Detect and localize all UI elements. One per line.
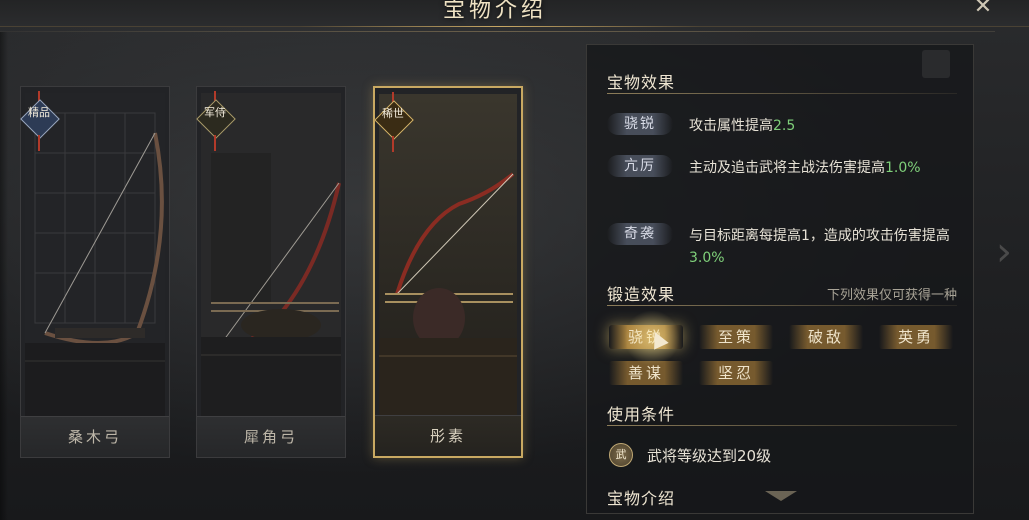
effects-divider [607, 93, 957, 94]
close-x-icon: ✕ [973, 0, 993, 19]
effect-desc-2: 主动及追击武将主战法伤害提高1.0% [689, 157, 961, 179]
rarity-label-1: 精品 [28, 106, 50, 119]
effect-value-1: 2.5 [773, 118, 796, 134]
forge-option-4[interactable]: 英勇 [879, 325, 953, 349]
effect-row-2: 亢厉 主动及追击武将主战法伤害提高1.0% [607, 155, 957, 201]
treasure-card-1[interactable]: 精品 桑木弓 [20, 86, 170, 458]
tag-tassel [392, 136, 394, 152]
tag-tassel [38, 135, 40, 151]
detail-panel[interactable]: 宝物效果 骁锐 攻击属性提高2.5 亢厉 主动及追击武将主战法伤害提高1.0% … [586, 44, 974, 514]
condition-divider [607, 425, 957, 426]
treasure-name-1: 桑木弓 [21, 416, 169, 457]
close-button[interactable]: ✕ [968, 0, 998, 18]
rarity-tag-3: 稀世 [374, 92, 414, 154]
effect-value-3: 3.0% [689, 250, 725, 266]
rarity-label-3: 稀世 [382, 107, 404, 120]
forge-option-6[interactable]: 坚忍 [699, 361, 773, 385]
condition-text: 武将等级达到20级 [647, 447, 772, 465]
forge-section-title: 锻造效果 [607, 285, 676, 304]
forge-divider [607, 305, 957, 306]
treasure-card-3[interactable]: 稀世 彤素 [373, 86, 523, 458]
treasure-card-2[interactable]: 军侍 犀角弓 [196, 86, 346, 458]
rarity-tag-2: 军侍 [196, 91, 236, 153]
treasure-intro-screen: 宝物介绍 ✕ 精品 桑木弓 军侍 犀角弓 稀世 彤素 宝物效果 骁锐 攻击属性提… [0, 0, 1029, 520]
forge-option-2[interactable]: 至策 [699, 325, 773, 349]
condition-section-title: 使用条件 [607, 405, 676, 424]
left-shade [0, 32, 8, 520]
effect-desc-1: 攻击属性提高2.5 [689, 115, 961, 137]
rarity-tag-1: 精品 [20, 91, 60, 153]
effect-tag-1: 骁锐 [607, 113, 673, 135]
page-title: 宝物介绍 [442, 0, 547, 23]
effect-row-1: 骁锐 攻击属性提高2.5 [607, 113, 957, 137]
tag-tassel [214, 135, 216, 151]
effect-desc-3: 与目标距离每提高1，造成的攻击伤害提高 3.0% [689, 225, 961, 269]
scroll-down-arrow-icon[interactable] [765, 491, 797, 501]
panel-corner-slot [922, 50, 950, 78]
next-page-chevron-icon[interactable]: › [996, 232, 1016, 272]
treasure-name-2: 犀角弓 [197, 416, 345, 457]
header-divider [0, 31, 995, 32]
effect-row-3: 奇袭 与目标距离每提高1，造成的攻击伤害提高 3.0% [607, 223, 957, 269]
title-underline [300, 26, 700, 27]
forge-note: 下列效果仅可获得一种 [826, 288, 957, 303]
effect-tag-2: 亢厉 [607, 155, 673, 177]
forge-option-3[interactable]: 破敌 [789, 325, 863, 349]
effect-tag-3: 奇袭 [607, 223, 673, 245]
intro-section-title: 宝物介绍 [607, 489, 676, 508]
rarity-label-2: 军侍 [204, 106, 226, 119]
general-level-icon: 武 [609, 443, 633, 467]
effects-section-title: 宝物效果 [607, 73, 676, 92]
treasure-name-3: 彤素 [375, 415, 521, 456]
effect-value-2: 1.0% [885, 160, 921, 176]
effect-desc-3-text: 与目标距离每提高1，造成的攻击伤害提高 [689, 228, 950, 244]
effect-desc-2-text: 主动及追击武将主战法伤害提高 [689, 160, 885, 176]
effect-desc-1-text: 攻击属性提高 [689, 118, 773, 134]
